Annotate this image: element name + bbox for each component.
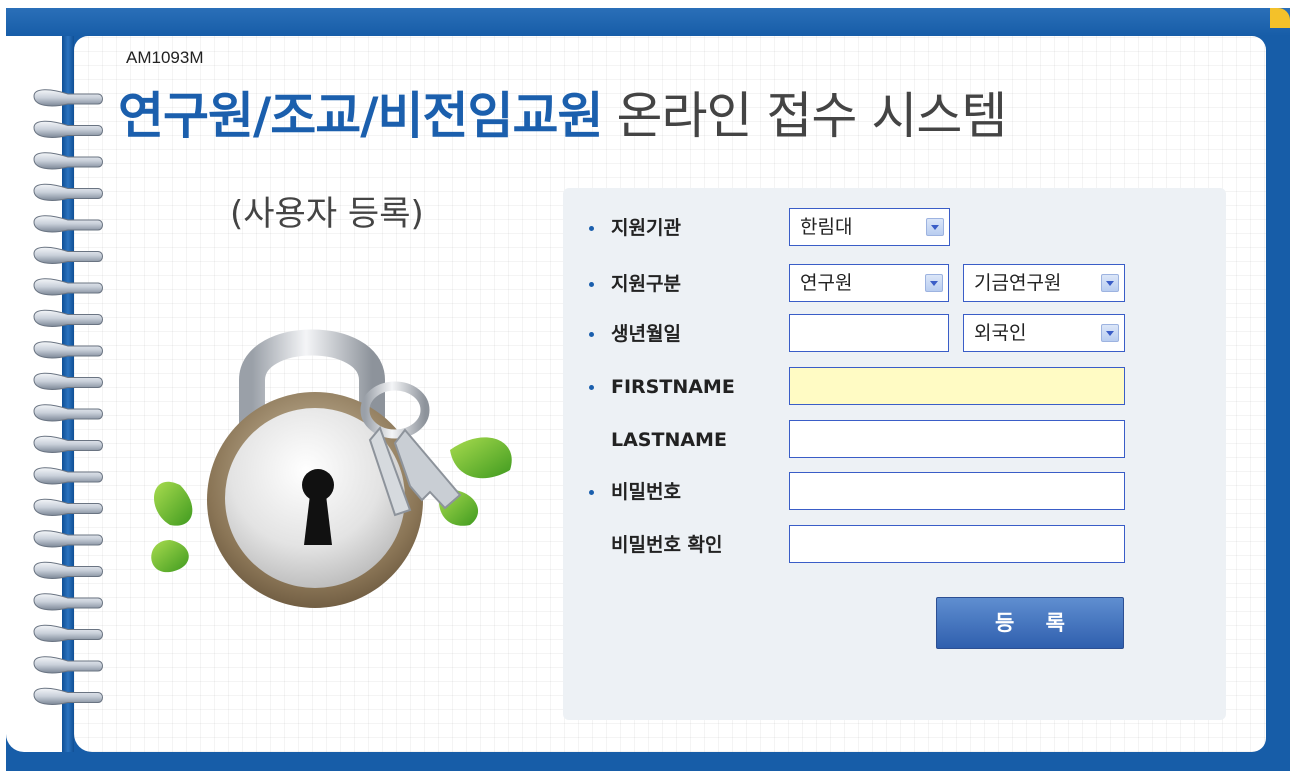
category-subtype-select[interactable]: 기금연구원 xyxy=(963,264,1125,302)
binding-ring xyxy=(33,498,103,516)
frame-top-band xyxy=(6,8,1290,36)
required-bullet xyxy=(589,226,594,231)
firstname-label: FIRSTNAME xyxy=(611,376,735,398)
required-bullet xyxy=(589,282,594,287)
binding-ring xyxy=(33,561,103,579)
required-bullet xyxy=(589,332,594,337)
binding-ring xyxy=(33,467,103,485)
binding-ring xyxy=(33,624,103,642)
padlock-icon xyxy=(151,329,512,608)
category-label: 지원구분 xyxy=(611,273,681,295)
lastname-label: LASTNAME xyxy=(611,429,727,451)
institution-value: 한림대 xyxy=(800,216,853,238)
binding-ring xyxy=(33,372,103,390)
firstname-input[interactable] xyxy=(789,367,1125,405)
binding-ring xyxy=(33,593,103,611)
spiral-binding-icon xyxy=(33,89,103,705)
category-type-select[interactable]: 연구원 xyxy=(789,264,949,302)
nationality-value: 외국인 xyxy=(974,322,1027,344)
binding-ring xyxy=(33,215,103,233)
lastname-input[interactable] xyxy=(789,420,1125,458)
title-strong-part: 연구원/조교/비전임교원 xyxy=(118,87,604,145)
nationality-select[interactable]: 외국인 xyxy=(963,314,1125,352)
institution-select[interactable]: 한림대 xyxy=(789,208,950,246)
title-light-part: 온라인 접수 시스템 xyxy=(616,87,1008,145)
binding-ring xyxy=(33,246,103,264)
binding-ring xyxy=(33,341,103,359)
binding-ring xyxy=(33,530,103,548)
binding-ring xyxy=(33,152,103,170)
binding-ring xyxy=(33,309,103,327)
dropdown-arrow-icon[interactable] xyxy=(1101,324,1119,342)
binding-ring xyxy=(33,89,103,107)
binding-ring xyxy=(33,656,103,674)
category-subtype-value: 기금연구원 xyxy=(974,272,1062,294)
register-button[interactable]: 등 록 xyxy=(936,597,1124,649)
password-confirm-label: 비밀번호 확인 xyxy=(611,534,723,556)
required-bullet xyxy=(589,385,594,390)
dropdown-arrow-icon[interactable] xyxy=(1101,274,1119,292)
binding-ring xyxy=(33,120,103,138)
binding-ring xyxy=(33,404,103,422)
password-input[interactable] xyxy=(789,472,1125,510)
birthdate-label: 생년월일 xyxy=(611,323,681,345)
binding-ring xyxy=(33,435,103,453)
password-label: 비밀번호 xyxy=(611,481,681,503)
dropdown-arrow-icon[interactable] xyxy=(925,274,943,292)
category-type-value: 연구원 xyxy=(800,272,853,294)
binding-ring xyxy=(33,687,103,705)
required-bullet xyxy=(589,490,594,495)
birthdate-input[interactable] xyxy=(789,314,949,352)
registration-form: 지원기관 한림대 지원구분 연구원 기금연구원 생년월일 외국인 FIRSTNA… xyxy=(563,188,1226,720)
institution-label: 지원기관 xyxy=(611,217,681,239)
binding-ring xyxy=(33,183,103,201)
page-title: 연구원/조교/비전임교원 온라인 접수 시스템 xyxy=(118,76,1008,156)
system-code: AM1093M xyxy=(126,48,204,67)
dropdown-arrow-icon[interactable] xyxy=(926,218,944,236)
password-confirm-input[interactable] xyxy=(789,525,1125,563)
page-subtitle: (사용자 등록) xyxy=(230,194,424,234)
binding-ring xyxy=(33,278,103,296)
